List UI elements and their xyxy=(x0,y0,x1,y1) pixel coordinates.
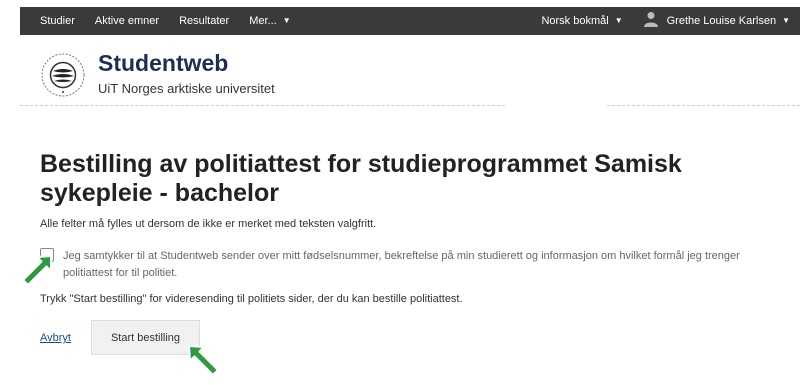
top-navigation-bar: Studier Aktive emner Resultater Mer... ▼ … xyxy=(20,7,800,35)
top-right-controls: Norsk bokmål ▼ Grethe Louise Karlsen ▼ xyxy=(531,7,800,35)
user-icon xyxy=(643,12,658,27)
main-menu: Studier Aktive emner Resultater Mer... ▼ xyxy=(30,7,301,35)
site-subtitle: UiT Norges arktiske universitet xyxy=(98,81,275,96)
annotation-arrow-icon xyxy=(188,345,219,376)
cancel-link[interactable]: Avbryt xyxy=(40,332,71,344)
nav-item-studier[interactable]: Studier xyxy=(30,7,85,35)
start-order-button[interactable]: Start bestilling xyxy=(91,320,200,355)
caret-down-icon: ▼ xyxy=(614,16,623,25)
instruction-text: Trykk "Start bestilling" for videresendi… xyxy=(40,293,463,305)
university-seal-logo xyxy=(41,53,85,97)
form-intro-text: Alle felter må fylles ut dersom de ikke … xyxy=(40,218,377,230)
language-label: Norsk bokmål xyxy=(541,15,609,27)
annotation-arrow-icon xyxy=(22,255,52,286)
nav-item-more-label: Mer... xyxy=(249,15,277,27)
nav-item-more-dropdown[interactable]: Mer... ▼ xyxy=(239,7,300,35)
user-name: Grethe Louise Karlsen xyxy=(666,15,777,27)
consent-label[interactable]: Jeg samtykker til at Studentweb sender o… xyxy=(63,248,783,282)
user-menu[interactable]: Grethe Louise Karlsen ▼ xyxy=(633,7,800,35)
header-divider xyxy=(607,105,800,106)
nav-item-resultater[interactable]: Resultater xyxy=(169,7,239,35)
nav-item-aktive-emner[interactable]: Aktive emner xyxy=(85,7,169,35)
caret-down-icon: ▼ xyxy=(282,16,291,25)
page-title: Bestilling av politiattest for studiepro… xyxy=(40,150,682,207)
caret-down-icon: ▼ xyxy=(782,16,790,25)
header-divider xyxy=(20,105,505,106)
site-title: Studentweb xyxy=(98,50,229,76)
language-selector[interactable]: Norsk bokmål ▼ xyxy=(531,7,632,35)
